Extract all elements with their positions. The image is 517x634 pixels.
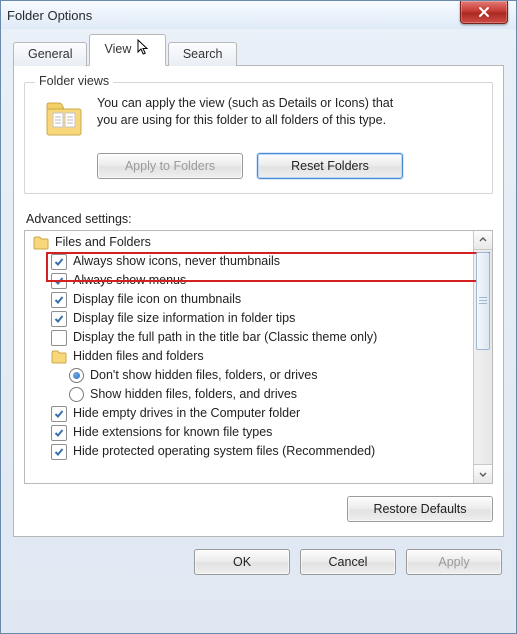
tree-item-label: Hide protected operating system files (R… — [73, 442, 375, 461]
apply-to-folders-button[interactable]: Apply to Folders — [97, 153, 243, 179]
reset-folders-button[interactable]: Reset Folders — [257, 153, 403, 179]
folder-options-window: Folder Options General View Search Folde… — [0, 0, 517, 634]
titlebar: Folder Options — [1, 1, 516, 29]
scroll-thumb[interactable] — [476, 252, 490, 350]
restore-defaults-button[interactable]: Restore Defaults — [347, 496, 493, 522]
tree-radio[interactable]: Don't show hidden files, folders, or dri… — [29, 366, 471, 385]
folder-icon — [33, 236, 49, 250]
folder-views-legend: Folder views — [35, 74, 113, 88]
chevron-up-icon — [479, 236, 487, 244]
checkbox-icon — [51, 273, 67, 289]
tree-folder[interactable]: Hidden files and folders — [29, 347, 471, 366]
tree-item-label: Always show icons, never thumbnails — [73, 252, 280, 271]
ok-button[interactable]: OK — [194, 549, 290, 575]
chevron-down-icon — [479, 470, 487, 478]
folder-views-text-line: You can apply the view (such as Details … — [97, 95, 480, 112]
tab-search-label: Search — [183, 47, 223, 61]
tree-item-label: Hide extensions for known file types — [73, 423, 272, 442]
tree-root-label: Files and Folders — [55, 233, 151, 252]
checkbox-icon — [51, 311, 67, 327]
checkbox-icon — [51, 330, 67, 346]
tree-root[interactable]: Files and Folders — [29, 233, 471, 252]
tree-item-label: Always show menus — [73, 271, 186, 290]
tree-item-label: Display the full path in the title bar (… — [73, 328, 377, 347]
tree-check[interactable]: Hide protected operating system files (R… — [29, 442, 471, 461]
checkbox-icon — [51, 406, 67, 422]
folder-views-group: Folder views You can apply the view (suc… — [24, 82, 493, 194]
tree-item-label: Display file size information in folder … — [73, 309, 295, 328]
close-button[interactable] — [460, 1, 508, 24]
folder-views-icon — [41, 97, 87, 143]
close-icon — [478, 6, 490, 18]
tree-item-label: Hidden files and folders — [73, 347, 204, 366]
tree-check[interactable]: Always show icons, never thumbnails — [29, 252, 471, 271]
scroll-track[interactable] — [474, 250, 492, 464]
tree-check[interactable]: Always show menus — [29, 271, 471, 290]
tree-check[interactable]: Hide extensions for known file types — [29, 423, 471, 442]
apply-button[interactable]: Apply — [406, 549, 502, 575]
radio-icon — [69, 368, 84, 383]
tab-search[interactable]: Search — [168, 42, 238, 66]
checkbox-icon — [51, 425, 67, 441]
scroll-up-button[interactable] — [474, 231, 492, 250]
radio-icon — [69, 387, 84, 402]
tab-view[interactable]: View — [89, 34, 165, 66]
advanced-settings-label: Advanced settings: — [26, 212, 491, 226]
tree-check[interactable]: Display the full path in the title bar (… — [29, 328, 471, 347]
checkbox-icon — [51, 292, 67, 308]
tree-viewport[interactable]: Files and FoldersAlways show icons, neve… — [25, 231, 473, 483]
tree-radio[interactable]: Show hidden files, folders, and drives — [29, 385, 471, 404]
tab-page-view: Folder views You can apply the view (suc… — [13, 66, 504, 537]
tree-check[interactable]: Display file size information in folder … — [29, 309, 471, 328]
cancel-button[interactable]: Cancel — [300, 549, 396, 575]
restore-defaults-label: Restore Defaults — [373, 502, 466, 516]
reset-folders-label: Reset Folders — [291, 159, 369, 173]
tab-general-label: General — [28, 47, 72, 61]
tree-item-label: Don't show hidden files, folders, or dri… — [90, 366, 318, 385]
checkbox-icon — [51, 444, 67, 460]
scroll-down-button[interactable] — [474, 464, 492, 483]
tree-check[interactable]: Hide empty drives in the Computer folder — [29, 404, 471, 423]
folder-views-text: You can apply the view (such as Details … — [97, 95, 480, 129]
vertical-scrollbar[interactable] — [473, 231, 492, 483]
scroll-grips-icon — [479, 297, 487, 305]
ok-label: OK — [233, 555, 251, 569]
dialog-button-row: OK Cancel Apply — [1, 537, 516, 575]
apply-to-folders-label: Apply to Folders — [125, 159, 215, 173]
folder-icon — [51, 350, 67, 364]
tree-check[interactable]: Display file icon on thumbnails — [29, 290, 471, 309]
tab-strip: General View Search — [13, 39, 504, 66]
checkbox-icon — [51, 254, 67, 270]
cursor-icon — [137, 39, 151, 60]
apply-label: Apply — [438, 555, 469, 569]
tab-view-label: View — [104, 42, 131, 56]
tree-item-label: Hide empty drives in the Computer folder — [73, 404, 300, 423]
window-title: Folder Options — [7, 8, 92, 23]
advanced-settings-tree: Files and FoldersAlways show icons, neve… — [24, 230, 493, 484]
tree-item-label: Display file icon on thumbnails — [73, 290, 241, 309]
tab-general[interactable]: General — [13, 42, 87, 66]
cancel-label: Cancel — [329, 555, 368, 569]
folder-views-text-line: you are using for this folder to all fol… — [97, 112, 480, 129]
tree-item-label: Show hidden files, folders, and drives — [90, 385, 297, 404]
